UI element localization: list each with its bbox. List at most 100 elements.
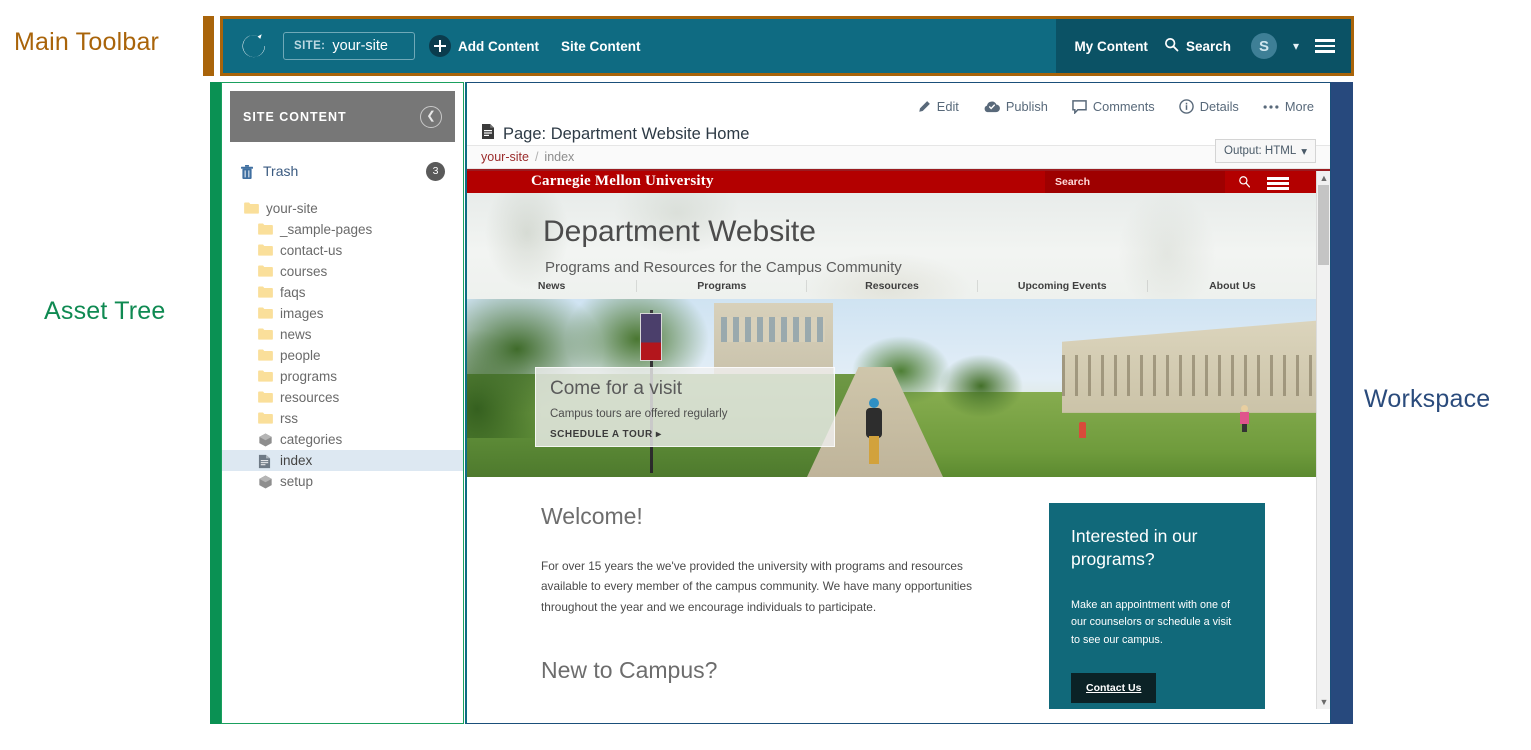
search-button[interactable]: Search [1164,37,1231,55]
cloud-icon [983,100,1000,113]
hero-card-text: Campus tours are offered regularly [550,408,728,420]
hero-callout-card[interactable]: Come for a visit Campus tours are offere… [535,367,835,447]
folder-icon [258,223,273,236]
search-label: Search [1185,38,1231,54]
tree-item-faqs[interactable]: faqs [222,282,463,303]
preview-content: Carnegie Mellon University Search Depart… [467,171,1317,709]
tree-item-sample-pages[interactable]: _sample-pages [222,219,463,240]
hero-lamp-banner [640,313,663,362]
avatar[interactable]: S [1250,33,1277,59]
site-nav-item-upcoming-events[interactable]: Upcoming Events [976,280,1147,292]
tree-item-label: resources [280,390,340,405]
preview-scrollbar[interactable]: ▲ ▼ [1316,171,1330,709]
contact-us-button[interactable]: Contact Us [1071,672,1157,703]
asset-tree-header: SITE CONTENT ❮ [230,91,455,142]
site-nav-item-about-us[interactable]: About Us [1146,280,1317,292]
site-nav-item-news[interactable]: News [467,280,636,292]
preview-side-column: Interested in our programs? Make an appo… [1049,503,1265,709]
ellipsis-icon [1263,104,1279,110]
tree-item-people[interactable]: people [222,345,463,366]
tree-item-label: setup [280,474,314,489]
preview-scrollbar-thumb[interactable] [1318,185,1329,265]
edit-button[interactable]: Edit [917,99,959,114]
tree-item-programs[interactable]: programs [222,366,463,387]
folder-icon [258,307,273,320]
add-content-button[interactable]: Add Content [429,35,539,57]
site-selector[interactable]: SITE: your-site [283,32,415,60]
scroll-down-icon[interactable]: ▼ [1317,695,1330,709]
comments-label: Comments [1092,99,1155,114]
my-content-button[interactable]: My Content [1074,39,1148,54]
breadcrumb-root[interactable]: your-site [481,150,529,164]
chevron-down-icon[interactable]: ▾ [1293,39,1299,53]
more-label: More [1284,99,1314,114]
tree-item-images[interactable]: images [222,303,463,324]
publish-button[interactable]: Publish [983,99,1048,114]
tree-item-your-site[interactable]: your-site [222,198,463,219]
workspace-action-bar: Edit Publish Comments Details More [467,83,1330,117]
welcome-body: For over 15 years the we've provided the… [541,559,973,614]
search-icon [1164,37,1179,55]
site-nav-item-programs[interactable]: Programs [636,280,806,292]
new-to-campus-heading: New to Campus? [541,656,718,683]
page-title: Page: Department Website Home [503,124,750,143]
tree-item-trash[interactable]: Trash 3 [222,158,463,184]
collapse-tree-button[interactable]: ❮ [420,105,442,128]
site-content-button[interactable]: Site Content [561,39,641,54]
cmu-search-icon[interactable] [1238,175,1251,191]
promo-card: Interested in our programs? Make an appo… [1049,503,1265,709]
toolbar-left-group: SITE: your-site Add Content Site Content [223,19,1057,73]
tree-item-categories[interactable]: categories [222,429,463,450]
tree-item-news[interactable]: news [222,324,463,345]
annotation-workspace: Workspace [1364,385,1491,413]
comments-button[interactable]: Comments [1072,99,1155,114]
cmu-hamburger-icon[interactable] [1267,177,1289,190]
comment-icon [1072,99,1087,114]
trash-icon [240,164,255,179]
block-icon [258,433,273,447]
tree-item-setup[interactable]: setup [222,471,463,492]
output-format-select[interactable]: Output: HTML ▾ [1215,139,1316,163]
pencil-icon [917,100,931,114]
annotation-main-toolbar: Main Toolbar [14,28,160,56]
hamburger-menu-icon[interactable] [1315,39,1335,53]
tree-item-label: courses [280,264,328,279]
tree-item-rss[interactable]: rss [222,408,463,429]
details-button[interactable]: Details [1178,99,1239,114]
tree-item-label: _sample-pages [280,222,373,237]
asset-tree-node-list: your-site _sample-pages contact-us courses f… [222,198,463,492]
cmu-wordmark: Carnegie Mellon University [531,173,714,189]
breadcrumb: your-site / index [467,145,1330,169]
site-nav-item-resources[interactable]: Resources [806,280,976,292]
tree-item-resources[interactable]: resources [222,387,463,408]
screenshot-root: Main Toolbar Asset Tree Workspace SITE: … [0,0,1531,750]
tree-item-label: programs [280,369,338,384]
tree-item-label: index [280,453,313,468]
hero-card-cta[interactable]: SCHEDULE A TOUR ▸ [550,429,820,440]
edit-label: Edit [936,99,959,114]
asset-tree-body: Trash 3 your-site _sample-pages contact-us… [222,142,463,492]
folder-icon [258,286,273,299]
tree-item-contact-us[interactable]: contact-us [222,240,463,261]
info-icon [1178,99,1194,114]
tree-item-label: faqs [280,285,306,300]
hero-student-walking [865,398,883,466]
cmu-search-placeholder: Search [1055,176,1091,188]
folder-icon [244,202,259,215]
site-header: Department Website Programs and Resource… [467,193,1317,299]
cmu-search-input[interactable]: Search [1045,171,1225,193]
tree-item-index[interactable]: index [222,450,463,471]
site-nav: News Programs Resources Upcoming Events Abou… [467,273,1317,299]
tree-item-courses[interactable]: courses [222,261,463,282]
plus-icon [429,35,451,57]
scroll-up-icon[interactable]: ▲ [1317,171,1330,185]
cascade-logo-icon[interactable] [239,31,269,61]
page-preview: Carnegie Mellon University Search Depart… [467,169,1330,709]
breadcrumb-separator: / [534,150,539,164]
promo-heading: Interested in our programs? [1071,526,1198,570]
breadcrumb-current: index [544,150,575,164]
hero-fire-hydrant [1079,421,1086,438]
more-button[interactable]: More [1263,99,1314,114]
tree-item-label: your-site [266,201,318,216]
folder-icon [258,412,273,425]
